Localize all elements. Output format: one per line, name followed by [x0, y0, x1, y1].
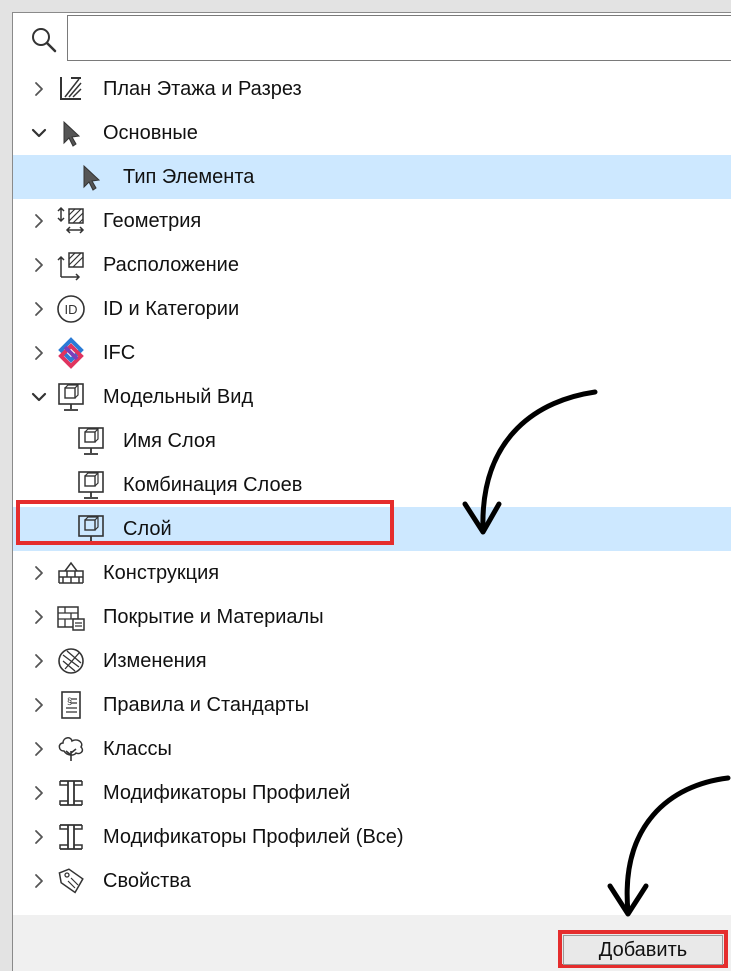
svg-text:§: §	[67, 696, 72, 706]
chevron-right-icon[interactable]	[27, 77, 51, 101]
structure-icon	[55, 557, 87, 589]
tree-item[interactable]: § Правила и Стандарты	[13, 683, 731, 727]
search-input[interactable]	[67, 15, 731, 61]
svg-text:ID: ID	[65, 302, 78, 317]
tree-item[interactable]: Классы	[13, 727, 731, 771]
materials-icon	[55, 601, 87, 633]
tree-item[interactable]: IFC	[13, 331, 731, 375]
add-button-label: Добавить	[563, 935, 723, 965]
tree-subitem[interactable]: Имя Слоя	[13, 419, 731, 463]
properties-tag-icon	[55, 865, 87, 897]
chevron-right-icon[interactable]	[27, 649, 51, 673]
chevron-right-icon[interactable]	[27, 297, 51, 321]
tree-item[interactable]: Модификаторы Профилей (Все)	[13, 815, 731, 859]
tree-item[interactable]: Расположение	[13, 243, 731, 287]
chevron-right-icon[interactable]	[27, 561, 51, 585]
tree-item[interactable]: Модельный Вид	[13, 375, 731, 419]
tree-item[interactable]: План Этажа и Разрез	[13, 67, 731, 111]
pointer-arrow-icon	[55, 117, 87, 149]
chevron-right-icon[interactable]	[27, 253, 51, 277]
tree-item-label: Свойства	[103, 870, 191, 892]
floorplan-section-icon	[55, 73, 87, 105]
chevron-right-icon[interactable]	[27, 605, 51, 629]
tree-item[interactable]: ID ID и Категории	[13, 287, 731, 331]
tree-item[interactable]: Модификаторы Профилей	[13, 771, 731, 815]
tree-item-label: Геометрия	[103, 210, 202, 232]
add-button[interactable]: Добавить	[558, 930, 728, 968]
ifc-logo-icon	[55, 337, 87, 369]
profile-i-beam-icon	[55, 777, 87, 809]
tree-item[interactable]: Основные	[13, 111, 731, 155]
tree-item-label: Модификаторы Профилей	[103, 782, 351, 804]
chevron-right-icon[interactable]	[27, 341, 51, 365]
tree-item-label: Тип Элемента	[123, 166, 255, 188]
tree-item-label: Классы	[103, 738, 172, 760]
tree-item[interactable]: Изменения	[13, 639, 731, 683]
tree-subitem[interactable]: Тип Элемента	[13, 155, 731, 199]
chevron-right-icon[interactable]	[27, 737, 51, 761]
chevron-down-icon[interactable]	[27, 385, 51, 409]
tree-item-label: План Этажа и Разрез	[103, 78, 302, 100]
tree-item-label: Конструкция	[103, 562, 220, 584]
settings-tree-panel: План Этажа и Разрез Основные Тип Элемента Г…	[13, 13, 731, 915]
tree-item-label: Модельный Вид	[103, 386, 254, 408]
pointer-arrow-icon	[75, 161, 107, 193]
chevron-down-icon[interactable]	[27, 121, 51, 145]
tree-item-label: Расположение	[103, 254, 239, 276]
tree-item-label: Комбинация Слоев	[123, 474, 303, 496]
positioning-icon	[55, 249, 87, 281]
tree-item[interactable]: Свойства	[13, 859, 731, 903]
classes-tree-icon	[55, 733, 87, 765]
model-view-icon	[75, 469, 107, 501]
chevron-right-icon[interactable]	[27, 693, 51, 717]
model-view-icon	[55, 381, 87, 413]
annotation-highlight-layer-item	[16, 500, 394, 545]
model-view-icon	[75, 425, 107, 457]
tree-item[interactable]: Покрытие и Материалы	[13, 595, 731, 639]
id-circle-icon: ID	[55, 293, 87, 325]
chevron-right-icon[interactable]	[27, 825, 51, 849]
tree-item-label: Правила и Стандарты	[103, 694, 310, 716]
profile-i-beam-icon	[55, 821, 87, 853]
changes-icon	[55, 645, 87, 677]
chevron-right-icon[interactable]	[27, 209, 51, 233]
chevron-right-icon[interactable]	[27, 781, 51, 805]
tree-item-label: Основные	[103, 122, 198, 144]
tree-item-label: IFC	[103, 342, 136, 364]
tree-item[interactable]: Геометрия	[13, 199, 731, 243]
tree-item-label: ID и Категории	[103, 298, 240, 320]
tree-item-label: Модификаторы Профилей (Все)	[103, 826, 404, 848]
window-frame-left	[0, 0, 13, 971]
search-icon	[27, 23, 63, 59]
window-frame-top	[12, 0, 731, 13]
tree-item-label: Имя Слоя	[123, 430, 216, 452]
tree-item-label: Покрытие и Материалы	[103, 606, 324, 628]
tree-item[interactable]: Конструкция	[13, 551, 731, 595]
geometry-icon	[55, 205, 87, 237]
rules-document-icon: §	[55, 689, 87, 721]
tree-item-label: Изменения	[103, 650, 207, 672]
chevron-right-icon[interactable]	[27, 869, 51, 893]
